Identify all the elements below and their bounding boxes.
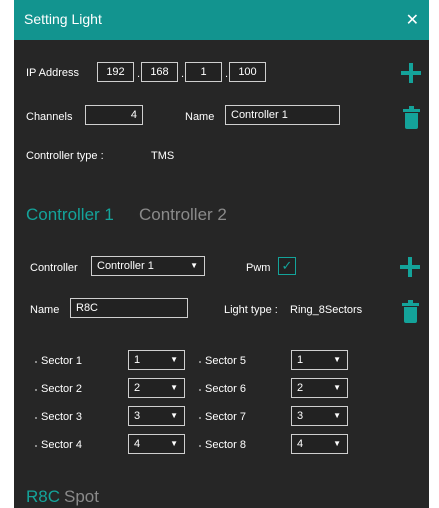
light-name-label: Name <box>30 304 60 316</box>
sector-5-select[interactable]: 1 ▼ <box>291 350 348 370</box>
tab-spot[interactable]: Spot <box>64 487 99 507</box>
sector-4-value: 4 <box>134 438 141 450</box>
sector-6-value: 2 <box>297 382 304 394</box>
chevron-down-icon: ▼ <box>170 411 178 420</box>
chevron-down-icon: ▼ <box>170 383 178 392</box>
sector-7-label: Sector 7 <box>205 411 246 423</box>
sector-6-select[interactable]: 2 ▼ <box>291 378 348 398</box>
pwm-checkbox[interactable]: ✓ <box>278 257 296 275</box>
sector-3-select[interactable]: 3 ▼ <box>128 406 185 426</box>
chevron-down-icon: ▼ <box>170 355 178 364</box>
window-title: Setting Light <box>24 11 102 27</box>
sector-8-label: Sector 8 <box>205 439 246 451</box>
sector-7-value: 3 <box>297 410 304 422</box>
checkmark-icon: ✓ <box>281 258 293 273</box>
ip-octet-3-input[interactable]: 1 <box>185 62 222 82</box>
controller-type-label: Controller type : <box>26 150 104 162</box>
ip-separator: . <box>225 68 229 80</box>
sector-bullet <box>199 445 201 447</box>
sector-bullet <box>199 417 201 419</box>
chevron-down-icon: ▼ <box>170 439 178 448</box>
title-bar: Setting Light ✕ <box>14 0 429 40</box>
sector-7-select[interactable]: 3 ▼ <box>291 406 348 426</box>
sector-1-select[interactable]: 1 ▼ <box>128 350 185 370</box>
ip-octet-4-input[interactable]: 100 <box>229 62 266 82</box>
chevron-down-icon: ▼ <box>190 261 198 270</box>
ip-octet-1-input[interactable]: 192 <box>97 62 134 82</box>
name-label: Name <box>185 111 215 123</box>
tab-controller-2[interactable]: Controller 2 <box>139 205 227 225</box>
add-controller-plus-icon[interactable] <box>401 63 421 83</box>
controller-select-label: Controller <box>30 262 78 274</box>
tab-controller-1[interactable]: Controller 1 <box>26 205 114 225</box>
ip-separator: . <box>137 68 141 80</box>
chevron-down-icon: ▼ <box>333 411 341 420</box>
channels-label: Channels <box>26 111 73 123</box>
sector-2-select[interactable]: 2 ▼ <box>128 378 185 398</box>
setting-light-window: Setting Light ✕ IP Address 192 . 168 . 1… <box>14 0 429 508</box>
delete-light-trash-icon[interactable] <box>402 300 419 323</box>
light-type-label: Light type : <box>224 304 278 316</box>
chevron-down-icon: ▼ <box>333 383 341 392</box>
sector-3-value: 3 <box>134 410 141 422</box>
sector-1-value: 1 <box>134 354 141 366</box>
pwm-label: Pwm <box>246 262 271 274</box>
sector-1-label: Sector 1 <box>41 355 82 367</box>
sector-bullet <box>35 389 37 391</box>
sector-8-value: 4 <box>297 438 304 450</box>
controller-select-value: Controller 1 <box>97 260 154 272</box>
add-light-plus-icon[interactable] <box>400 257 420 277</box>
sector-3-label: Sector 3 <box>41 411 82 423</box>
chevron-down-icon: ▼ <box>333 355 341 364</box>
controller-select[interactable]: Controller 1 ▼ <box>91 256 205 276</box>
sector-4-select[interactable]: 4 ▼ <box>128 434 185 454</box>
light-name-input[interactable]: R8C <box>70 298 188 318</box>
sector-6-label: Sector 6 <box>205 383 246 395</box>
close-icon[interactable]: ✕ <box>406 10 419 30</box>
sector-2-value: 2 <box>134 382 141 394</box>
ip-octet-2-input[interactable]: 168 <box>141 62 178 82</box>
chevron-down-icon: ▼ <box>333 439 341 448</box>
sector-4-label: Sector 4 <box>41 439 82 451</box>
sector-5-value: 1 <box>297 354 304 366</box>
ip-separator: . <box>181 68 185 80</box>
sector-bullet <box>199 389 201 391</box>
sector-5-label: Sector 5 <box>205 355 246 367</box>
sector-bullet <box>35 445 37 447</box>
light-type-value: Ring_8Sectors <box>290 304 363 316</box>
sector-bullet <box>35 361 37 363</box>
controller-type-value: TMS <box>151 150 175 162</box>
controller-name-input[interactable]: Controller 1 <box>225 105 340 125</box>
sector-2-label: Sector 2 <box>41 383 82 395</box>
ip-address-label: IP Address <box>26 67 79 79</box>
sector-8-select[interactable]: 4 ▼ <box>291 434 348 454</box>
sector-bullet <box>35 417 37 419</box>
tab-r8c[interactable]: R8C <box>26 487 60 507</box>
delete-controller-trash-icon[interactable] <box>403 106 420 129</box>
channels-input[interactable]: 4 <box>85 105 143 125</box>
sector-bullet <box>199 361 201 363</box>
